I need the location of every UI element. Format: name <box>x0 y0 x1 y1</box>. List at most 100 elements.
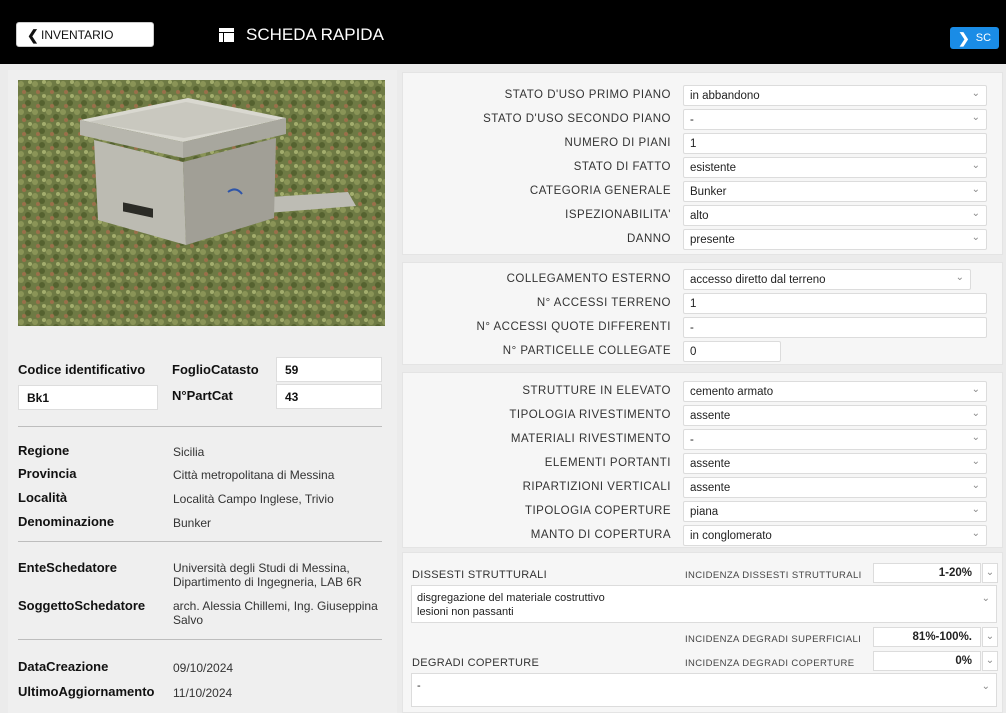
partcat-field[interactable]: 43 <box>276 384 382 409</box>
chevron-down-icon: ⌄ <box>955 272 964 283</box>
chevron-down-icon[interactable]: ⌄ <box>982 563 998 583</box>
accessi-terreno-input[interactable]: 1 <box>683 293 987 314</box>
ripartizioni-verticali-select[interactable]: assente ⌄ <box>683 477 987 498</box>
chevron-down-icon: ⌄ <box>971 528 980 539</box>
back-to-inventario-button[interactable]: ❮ INVENTARIO <box>16 22 154 47</box>
chevron-down-icon: ⌄ <box>981 593 990 604</box>
field-label: COLLEGAMENTO ESTERNO <box>506 273 671 285</box>
field-label: ELEMENTI PORTANTI <box>544 457 671 469</box>
incidenza-degradi-superficiali-label: INCIDENZA DEGRADI SUPERFICIALI <box>685 634 862 645</box>
provincia-value: Città metropolitana di Messina <box>173 468 335 482</box>
foglio-catasto-field[interactable]: 59 <box>276 357 382 382</box>
field-label: ISPEZIONABILITA' <box>565 209 671 221</box>
soggetto-schedatore-label: SoggettoSchedatore <box>18 598 146 613</box>
dissesti-strutturali-label: DISSESTI STRUTTURALI <box>412 569 547 581</box>
chevron-down-icon: ⌄ <box>971 456 980 467</box>
incidenza-degradi-coperture-select[interactable]: 0% <box>873 651 981 671</box>
page-title: SCHEDA RAPIDA <box>219 25 384 45</box>
table-icon <box>219 28 234 42</box>
data-creazione-label: DataCreazione <box>18 659 109 674</box>
foglio-catasto-label: FoglioCatasto <box>172 362 259 377</box>
collegamento-esterno-select[interactable]: accesso diretto dal terreno ⌄ <box>683 269 971 290</box>
top-bar: ❮ INVENTARIO SCHEDA RAPIDA ❯ SC <box>0 0 1006 64</box>
chevron-down-icon: ⌄ <box>971 432 980 443</box>
ultimo-aggiornamento-value: 11/10/2024 <box>173 686 233 700</box>
bunker-photo[interactable] <box>18 80 385 326</box>
materiali-rivestimento-select[interactable]: - ⌄ <box>683 429 987 450</box>
elementi-portanti-select[interactable]: assente ⌄ <box>683 453 987 474</box>
incidenza-dissesti-select[interactable]: 1-20% <box>873 563 981 583</box>
manto-copertura-select[interactable]: in conglomerato ⌄ <box>683 525 987 546</box>
categoria-generale-select[interactable]: Bunker ⌄ <box>683 181 987 202</box>
collegamento-section: COLLEGAMENTO ESTERNO accesso diretto dal… <box>402 262 1003 365</box>
incidenza-degradi-coperture-label: INCIDENZA DEGRADI COPERTURE <box>685 658 855 669</box>
particelle-collegate-input[interactable]: 0 <box>683 341 781 362</box>
degradi-coperture-field[interactable]: - ⌄ <box>411 673 997 707</box>
ultimo-aggiornamento-label: UltimoAggiornamento <box>18 684 155 699</box>
dissesti-strutturali-field[interactable]: disgregazione del materiale costruttivo … <box>411 585 997 623</box>
stato-di-fatto-select[interactable]: esistente ⌄ <box>683 157 987 178</box>
ente-schedatore-value: Università degli Studi di Messina, Dipar… <box>173 561 362 589</box>
field-label: CATEGORIA GENERALE <box>529 185 671 197</box>
field-label: MANTO DI COPERTURA <box>530 529 671 541</box>
field-label: STATO D'USO PRIMO PIANO <box>504 89 671 101</box>
chevron-down-icon[interactable]: ⌄ <box>982 651 998 671</box>
stato-uso-secondo-piano-select[interactable]: - ⌄ <box>683 109 987 130</box>
ente-schedatore-label: EnteSchedatore <box>18 560 117 575</box>
chevron-right-icon: ❯ <box>958 29 970 46</box>
codice-identificativo-label: Codice identificativo <box>18 362 146 377</box>
chevron-down-icon: ⌄ <box>971 112 980 123</box>
denominazione-value: Bunker <box>173 516 212 530</box>
tipologia-coperture-select[interactable]: piana ⌄ <box>683 501 987 522</box>
chevron-down-icon: ⌄ <box>971 208 980 219</box>
danno-select[interactable]: presente ⌄ <box>683 229 987 250</box>
chevron-down-icon: ⌄ <box>971 480 980 491</box>
chevron-down-icon: ⌄ <box>971 184 980 195</box>
regione-value: Sicilia <box>173 445 205 459</box>
field-label: N° ACCESSI QUOTE DIFFERENTI <box>476 321 671 333</box>
field-label: TIPOLOGIA RIVESTIMENTO <box>509 409 671 421</box>
field-label: STRUTTURE IN ELEVATO <box>522 385 671 397</box>
field-label: STATO DI FATTO <box>573 161 671 173</box>
incidenza-degradi-superficiali-select[interactable]: 81%-100%. <box>873 627 981 647</box>
next-scheda-button[interactable]: ❯ SC <box>950 27 999 49</box>
chevron-down-icon: ⌄ <box>971 504 980 515</box>
data-creazione-value: 09/10/2024 <box>173 661 234 675</box>
tipologia-rivestimento-select[interactable]: assente ⌄ <box>683 405 987 426</box>
field-label: N° ACCESSI TERRENO <box>536 297 671 309</box>
field-label: MATERIALI RIVESTIMENTO <box>510 433 671 445</box>
chevron-down-icon: ⌄ <box>971 384 980 395</box>
regione-label: Regione <box>18 443 70 458</box>
next-button-label: SC <box>975 32 992 44</box>
degradi-coperture-label: DEGRADI COPERTURE <box>412 657 540 669</box>
incidenza-dissesti-label: INCIDENZA DISSESTI STRUTTURALI <box>685 570 862 581</box>
denominazione-label: Denominazione <box>18 514 115 529</box>
field-label: DANNO <box>626 233 671 245</box>
divider <box>18 541 382 542</box>
chevron-down-icon: ⌄ <box>971 88 980 99</box>
page-title-text: SCHEDA RAPIDA <box>246 25 384 44</box>
partcat-label: N°PartCat <box>172 388 233 403</box>
divider <box>18 639 382 640</box>
numero-piani-input[interactable]: 1 <box>683 133 987 154</box>
chevron-down-icon: ⌄ <box>981 681 990 692</box>
field-label: STATO D'USO SECONDO PIANO <box>483 113 671 125</box>
codice-identificativo-field[interactable]: Bk1 <box>18 385 158 410</box>
bunker-photo-image <box>18 80 385 326</box>
stato-uso-primo-piano-select[interactable]: in abbandono ⌄ <box>683 85 987 106</box>
soggetto-schedatore-value: arch. Alessia Chillemi, Ing. Giuseppina … <box>173 599 378 627</box>
localita-value: Località Campo Inglese, Trivio <box>173 492 334 506</box>
provincia-label: Provincia <box>18 466 77 481</box>
localita-label: Località <box>18 490 68 505</box>
chevron-down-icon[interactable]: ⌄ <box>982 627 998 647</box>
ispezionabilita-select[interactable]: alto ⌄ <box>683 205 987 226</box>
chevron-left-icon: ❮ <box>27 27 39 43</box>
strutture-section: STRUTTURE IN ELEVATO cemento armato ⌄ TIP… <box>402 372 1003 548</box>
field-label: N° PARTICELLE COLLEGATE <box>502 345 671 357</box>
back-button-label: INVENTARIO <box>41 27 114 42</box>
chevron-down-icon: ⌄ <box>971 232 980 243</box>
accessi-quote-differenti-input[interactable]: - <box>683 317 987 338</box>
field-label: NUMERO DI PIANI <box>564 137 671 149</box>
dissesti-section: DISSESTI STRUTTURALI INCIDENZA DISSESTI … <box>402 552 1003 713</box>
strutture-elevato-select[interactable]: cemento armato ⌄ <box>683 381 987 402</box>
